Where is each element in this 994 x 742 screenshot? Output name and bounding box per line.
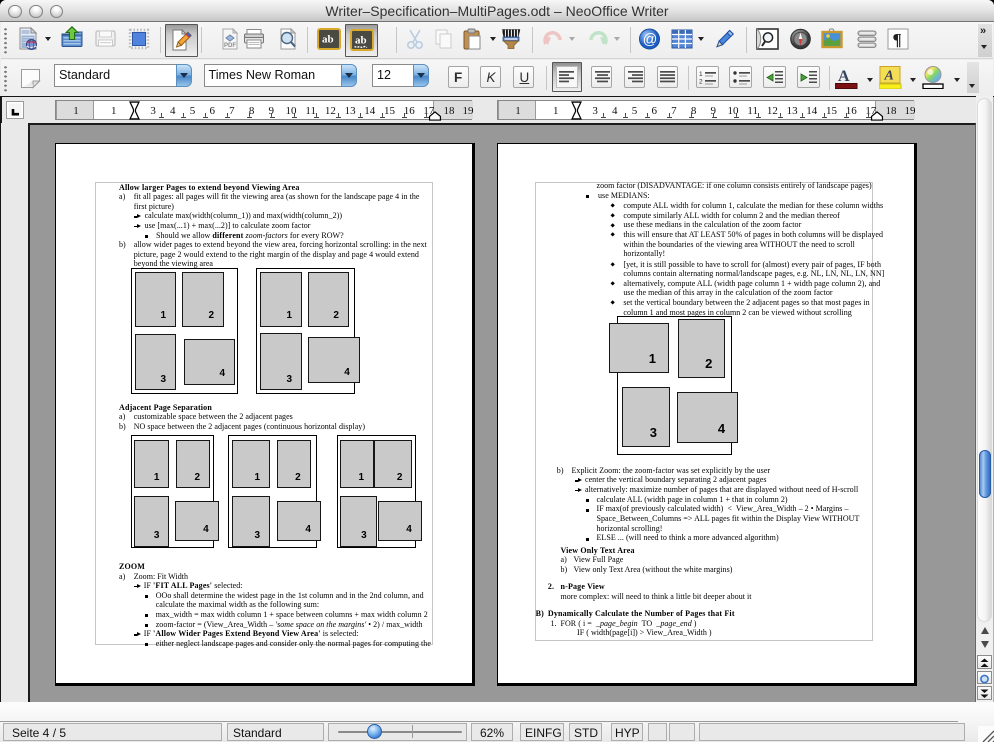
svg-text:2: 2: [699, 79, 703, 86]
svg-text:ab: ab: [355, 35, 367, 47]
svg-text:A: A: [838, 68, 850, 85]
svg-text:A: A: [884, 69, 894, 84]
svg-text:¶: ¶: [893, 30, 902, 49]
svg-text:1: 1: [699, 71, 703, 78]
svg-text:@: @: [643, 32, 658, 48]
svg-text:ab: ab: [322, 34, 334, 46]
svg-text:PDF: PDF: [224, 43, 236, 49]
